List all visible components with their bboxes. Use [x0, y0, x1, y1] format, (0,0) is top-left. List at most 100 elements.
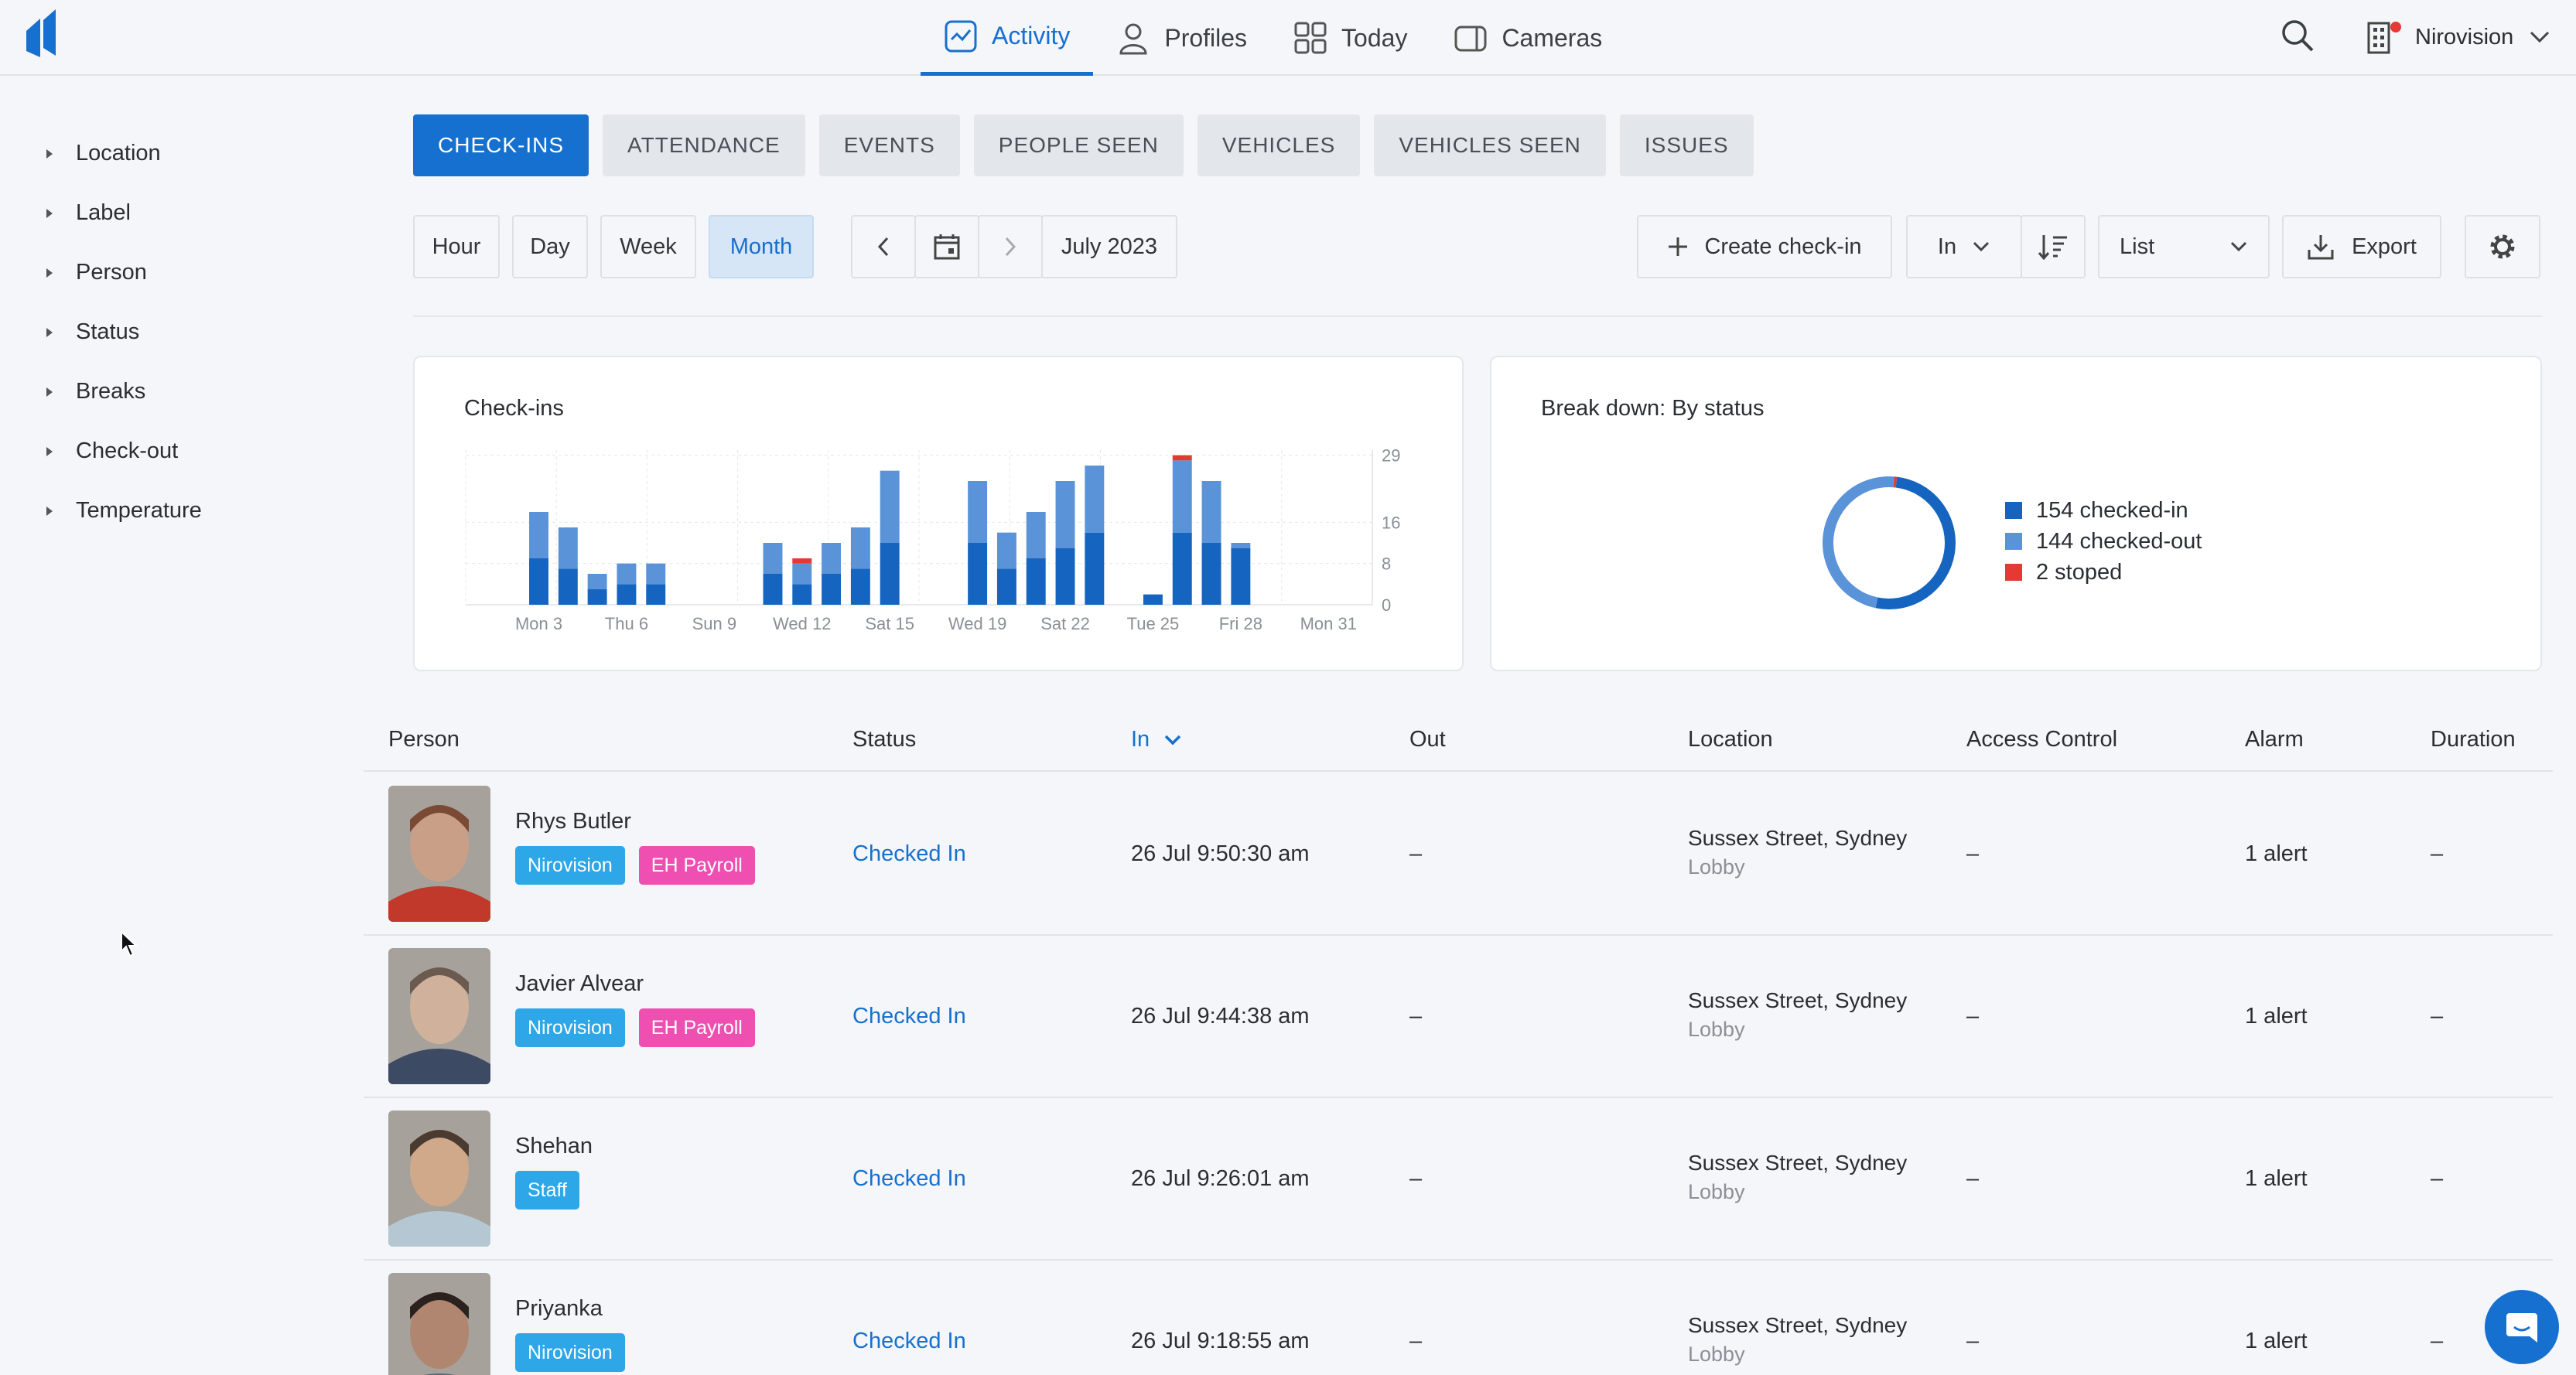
- sublocation-name: Lobby: [1688, 855, 1745, 879]
- person-name[interactable]: Shehan: [515, 1134, 593, 1159]
- donut-legend: 154 checked-in 144 checked-out 2 stoped: [2005, 495, 2202, 588]
- bar-segment-checked-out: [1055, 481, 1075, 548]
- tab-vehicles-seen[interactable]: VEHICLES SEEN: [1374, 114, 1606, 176]
- range-week-button[interactable]: Week: [600, 215, 696, 278]
- person-name[interactable]: Javier Alvear: [515, 971, 644, 997]
- filter-temperature[interactable]: Temperature: [46, 481, 325, 541]
- avatar[interactable]: [388, 948, 490, 1084]
- person-label-badge[interactable]: Staff: [515, 1171, 579, 1210]
- nav-today[interactable]: Today: [1270, 0, 1430, 76]
- tab-people-seen[interactable]: PEOPLE SEEN: [973, 114, 1184, 176]
- nav-label: Activity: [992, 22, 1071, 49]
- bar-segment-checked-out: [996, 532, 1016, 569]
- calendar-button[interactable]: [914, 215, 979, 278]
- direction-value: In: [1937, 234, 1957, 259]
- check-ins-chart-card: Check-ins 0 8 16 29 Mon 3 Thu 6 Sun 9 Wed 12 Sat…: [413, 356, 1464, 671]
- settings-button[interactable]: [2465, 215, 2540, 278]
- alarm-value[interactable]: 1 alert: [2245, 1166, 2308, 1192]
- bar-segment-checked-out: [529, 512, 548, 558]
- caret-right-icon: [46, 506, 53, 516]
- nav-profiles[interactable]: Profiles: [1093, 0, 1270, 76]
- tab-attendance[interactable]: ATTENDANCE: [603, 114, 805, 176]
- access-control-value: –: [1966, 841, 1980, 866]
- x-tick-label: Fri 28: [1219, 614, 1262, 633]
- nav-label: Today: [1341, 23, 1408, 52]
- table-row[interactable]: Shehan Staff Checked In 26 Jul 9:26:01 a…: [364, 1098, 2553, 1261]
- tab-events[interactable]: EVENTS: [818, 114, 960, 176]
- person-name[interactable]: Rhys Butler: [515, 809, 631, 834]
- direction-select[interactable]: In: [1906, 215, 2022, 278]
- chevron-left-icon: [877, 237, 889, 257]
- legend-item: 2 stoped: [2005, 557, 2202, 588]
- header-out[interactable]: Out: [1409, 727, 1446, 752]
- period-label[interactable]: July 2023: [1041, 215, 1177, 278]
- status-link[interactable]: Checked In: [852, 1166, 966, 1192]
- alarm-value[interactable]: 1 alert: [2245, 1004, 2308, 1029]
- range-day-button[interactable]: Day: [512, 215, 588, 278]
- person-label-badge[interactable]: EH Payroll: [638, 846, 755, 885]
- alarm-value[interactable]: 1 alert: [2245, 841, 2308, 867]
- header-location[interactable]: Location: [1688, 727, 1773, 752]
- header-status[interactable]: Status: [852, 727, 916, 752]
- caret-right-icon: [46, 327, 53, 337]
- nav-cameras[interactable]: Cameras: [1430, 0, 1625, 76]
- filter-label[interactable]: Label: [46, 183, 325, 243]
- filter-status[interactable]: Status: [46, 302, 325, 362]
- person-labels: Nirovision: [515, 1333, 625, 1372]
- range-month-button[interactable]: Month: [709, 215, 814, 278]
- create-check-in-button[interactable]: Create check-in: [1637, 215, 1892, 278]
- bar-segment-checked-out: [850, 527, 870, 569]
- person-name[interactable]: Priyanka: [515, 1296, 603, 1322]
- calendar-icon: [934, 234, 960, 260]
- view-select[interactable]: List: [2098, 215, 2270, 278]
- legend-item: 154 checked-in: [2005, 495, 2202, 526]
- bar-segment-checked-out: [1201, 481, 1221, 543]
- nirovision-logo[interactable]: [26, 8, 59, 57]
- status-link[interactable]: Checked In: [852, 1329, 966, 1354]
- avatar[interactable]: [388, 786, 490, 922]
- prev-period-button[interactable]: [851, 215, 916, 278]
- tab-issues[interactable]: ISSUES: [1619, 114, 1754, 176]
- status-link[interactable]: Checked In: [852, 841, 966, 867]
- tab-check-ins[interactable]: CHECK-INS: [413, 114, 589, 176]
- person-label-badge[interactable]: Nirovision: [515, 1008, 625, 1047]
- check-out-time: –: [1409, 841, 1423, 866]
- person-label-badge[interactable]: Nirovision: [515, 1333, 625, 1372]
- export-label: Export: [2352, 234, 2417, 259]
- header-access-control[interactable]: Access Control: [1966, 727, 2117, 752]
- filter-location[interactable]: Location: [46, 124, 325, 183]
- bar-segment-checked-in: [968, 543, 988, 605]
- avatar[interactable]: [388, 1111, 490, 1247]
- status-link[interactable]: Checked In: [852, 1004, 966, 1029]
- header-person[interactable]: Person: [388, 727, 460, 752]
- tab-vehicles[interactable]: VEHICLES: [1197, 114, 1361, 176]
- table-row[interactable]: Priyanka Nirovision Checked In 26 Jul 9:…: [364, 1261, 2553, 1375]
- org-name: Nirovision: [2415, 24, 2514, 49]
- sort-order-button[interactable]: [2021, 215, 2086, 278]
- chat-button[interactable]: [2485, 1290, 2559, 1364]
- filter-breaks[interactable]: Breaks: [46, 362, 325, 421]
- bar-segment-checked-in: [1085, 532, 1105, 605]
- nav-activity[interactable]: Activity: [921, 0, 1094, 76]
- check-in-time: 26 Jul 9:44:38 am: [1131, 1004, 1310, 1029]
- person-label-badge[interactable]: Nirovision: [515, 846, 625, 885]
- export-button[interactable]: Export: [2282, 215, 2441, 278]
- alarm-value[interactable]: 1 alert: [2245, 1329, 2308, 1354]
- check-in-time: 26 Jul 9:50:30 am: [1131, 841, 1310, 866]
- person-label-badge[interactable]: EH Payroll: [638, 1008, 755, 1047]
- range-hour-button[interactable]: Hour: [413, 215, 500, 278]
- legend-item: 144 checked-out: [2005, 526, 2202, 557]
- header-alarm[interactable]: Alarm: [2245, 727, 2304, 752]
- header-in[interactable]: In: [1131, 727, 1182, 752]
- bar-segment-checked-in: [1201, 543, 1221, 605]
- filter-person[interactable]: Person: [46, 243, 325, 302]
- filter-check-out[interactable]: Check-out: [46, 421, 325, 481]
- notification-dot: [2390, 22, 2401, 32]
- avatar[interactable]: [388, 1273, 490, 1375]
- org-switcher[interactable]: Nirovision: [2366, 14, 2550, 60]
- table-row[interactable]: Rhys Butler Nirovision EH Payroll Checked…: [364, 773, 2553, 936]
- next-period-button[interactable]: [978, 215, 1043, 278]
- search-button[interactable]: [2276, 14, 2319, 57]
- header-duration[interactable]: Duration: [2431, 727, 2516, 752]
- table-row[interactable]: Javier Alvear Nirovision EH Payroll Check…: [364, 936, 2553, 1098]
